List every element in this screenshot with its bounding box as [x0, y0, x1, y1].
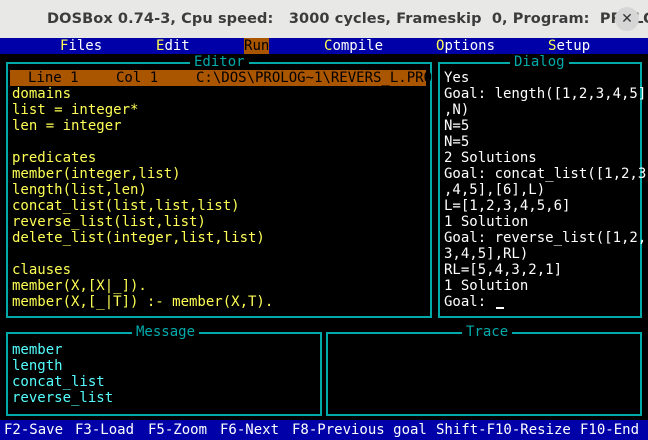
editor-panel[interactable]: Editor Line 1 Col 1 C:\DOS\PROLOG~1\REVE… — [6, 55, 432, 318]
menu-compile[interactable]: Compile — [324, 38, 383, 54]
dialog-line: RL=[5,4,3,2,1] — [444, 262, 563, 278]
dialog-title: Dialog — [510, 55, 569, 69]
menu-edit[interactable]: Edit — [156, 38, 190, 54]
trace-title: Trace — [462, 325, 513, 339]
dialog-line: Goal: length([1,2,3,4,5] — [444, 86, 647, 102]
dialog-line: Yes — [444, 70, 470, 86]
dialog-line: N=5 — [444, 118, 470, 134]
goal-prompt-label: Goal: — [444, 294, 495, 310]
trace-panel: Trace — [326, 325, 642, 416]
dialog-panel[interactable]: Dialog Yes Goal: length([1,2,3,4,5] ,N) … — [438, 55, 646, 318]
editor-line: len = integer — [12, 118, 122, 134]
message-panel: Message member length concat_list revers… — [6, 325, 322, 416]
menu-bar: Files Edit Run Compile Options Setup — [0, 38, 648, 54]
editor-line: domains — [12, 86, 72, 102]
dialog-line: Goal: reverse_list([1,2, — [444, 230, 647, 246]
message-line: length — [12, 358, 63, 374]
editor-line: length(list,len) — [12, 182, 147, 198]
col-indicator: Col 1 — [116, 70, 159, 86]
menu-files[interactable]: Files — [60, 38, 102, 54]
message-line: reverse_list — [12, 390, 114, 406]
editor-title: Editor — [190, 55, 249, 69]
fkey-zoom[interactable]: F5-Zoom — [148, 422, 207, 438]
dialog-line: ,N) — [444, 102, 470, 118]
editor-line: list = integer* — [12, 102, 139, 118]
message-title: Message — [132, 325, 200, 339]
editor-line: member(X,[X|_]). — [12, 278, 147, 294]
text-cursor — [495, 307, 504, 309]
editor-line: member(integer,list) — [12, 166, 181, 182]
dialog-line: 1 Solution — [444, 214, 529, 230]
editor-line: concat_list(list,list,list) — [12, 198, 240, 214]
message-line: concat_list — [12, 374, 105, 390]
message-line: member — [12, 342, 63, 358]
line-indicator: Line 1 — [28, 70, 79, 86]
fkey-save[interactable]: F2-Save — [4, 422, 63, 438]
editor-line: delete_list(integer,list,list) — [12, 230, 265, 246]
dialog-line: 1 Solution — [444, 278, 529, 294]
fkey-previous-goal[interactable]: F8-Previous goal — [292, 422, 427, 438]
dialog-line: 2 Solutions — [444, 150, 537, 166]
fkey-next[interactable]: F6-Next — [220, 422, 279, 438]
fkey-end[interactable]: F10-End — [580, 422, 639, 438]
close-icon[interactable]: ✕ — [615, 7, 639, 31]
window-titlebar: DOSBox 0.74-3, Cpu speed: 3000 cycles, F… — [0, 0, 648, 38]
goal-prompt[interactable]: Goal: — [444, 294, 504, 310]
function-key-bar: F2-Save F3-Load F5-Zoom F6-Next F8-Previ… — [0, 420, 648, 440]
menu-run[interactable]: Run — [244, 38, 270, 54]
editor-line: predicates — [12, 150, 97, 166]
dialog-line: ,4,5],[6],L) — [444, 182, 546, 198]
menu-options[interactable]: Options — [436, 38, 495, 54]
dialog-line: L=[1,2,3,4,5,6] — [444, 198, 571, 214]
window-title: DOSBox 0.74-3, Cpu speed: 3000 cycles, F… — [47, 11, 648, 27]
fkey-resize[interactable]: Shift-F10-Resize — [436, 422, 571, 438]
editor-line: member(X,[_|T]) :- member(X,T). — [12, 294, 274, 310]
menu-setup[interactable]: Setup — [548, 38, 590, 54]
dialog-line: 3,4,5],RL) — [444, 246, 529, 262]
dos-screen: Files Edit Run Compile Options Setup Edi… — [0, 38, 648, 440]
editor-status-bar: Line 1 Col 1 C:\DOS\PROLOG~1\REVERS_L.PR… — [10, 70, 432, 86]
dialog-line: N=5 — [444, 134, 470, 150]
file-path: C:\DOS\PROLOG~1\REVERS_L.PRO — [196, 70, 433, 86]
editor-line: reverse_list(list,list) — [12, 214, 206, 230]
fkey-load[interactable]: F3-Load — [75, 422, 134, 438]
dialog-line: Goal: concat_list([1,2,3 — [444, 166, 647, 182]
editor-line: clauses — [12, 262, 72, 278]
